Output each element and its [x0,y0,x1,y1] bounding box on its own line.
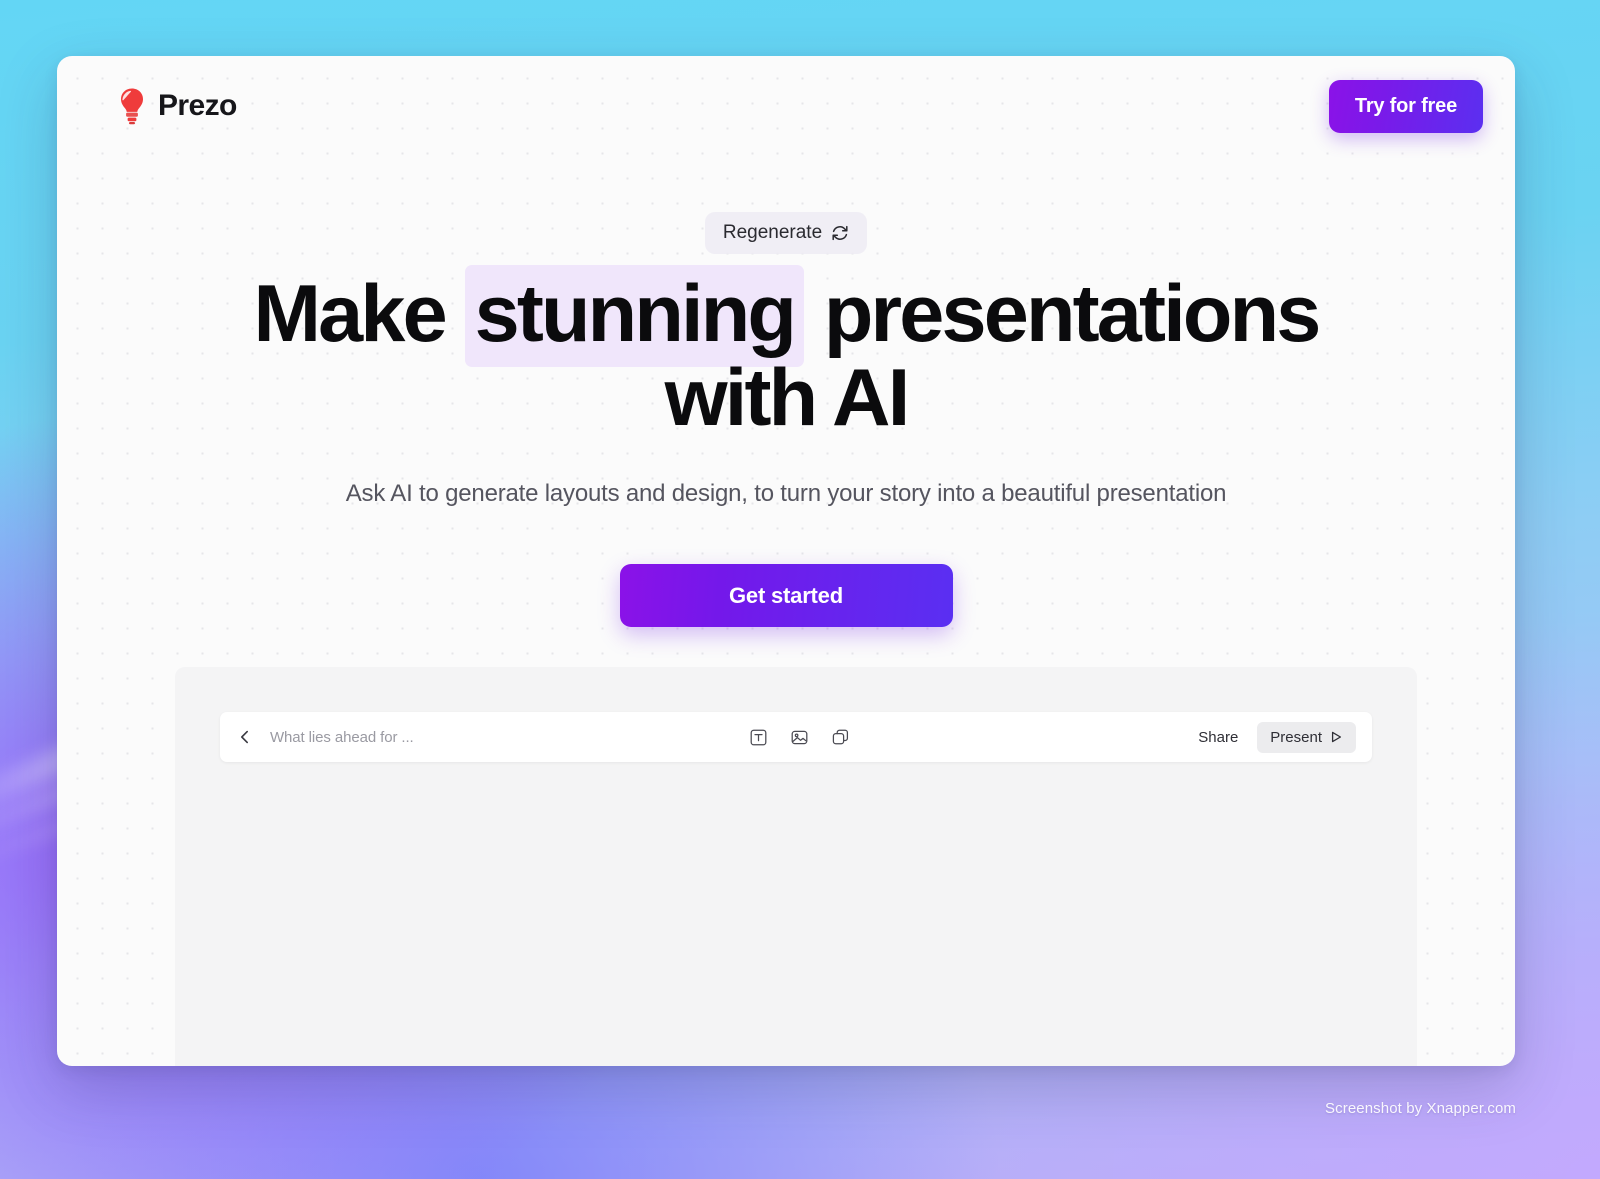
headline-highlight: stunning [464,265,805,367]
brand-name: Prezo [158,89,237,122]
play-icon [1329,730,1343,744]
refresh-cycle-icon [831,224,849,242]
headline-part-1: Make [253,269,465,359]
document-title[interactable]: What lies ahead for ... [270,729,414,746]
text-tool-icon[interactable] [749,728,768,747]
share-button[interactable]: Share [1185,722,1251,753]
lightbulb-icon [119,87,145,125]
app-header: Prezo Try for free [57,56,1515,156]
editor-preview-panel: What lies ahead for ... Share Present [175,667,1417,1066]
hero-subtitle: Ask AI to generate layouts and design, t… [345,480,1227,508]
regenerate-label: Regenerate [722,222,823,243]
try-for-free-button[interactable]: Try for free [1328,79,1483,133]
brand-logo[interactable]: Prezo [119,87,237,125]
present-label: Present [1270,728,1322,746]
chevron-left-icon[interactable] [236,728,254,746]
shape-tool-icon[interactable] [831,728,850,747]
hero-section: Regenerate Make stunning presentations w… [57,156,1515,628]
regenerate-button[interactable]: Regenerate [704,212,868,254]
image-tool-icon[interactable] [790,728,809,747]
present-button[interactable]: Present [1257,721,1356,753]
editor-toolbar: What lies ahead for ... Share Present [220,712,1372,762]
watermark: Screenshot by Xnapper.com [1325,1100,1516,1117]
page-title: Make stunning presentations with AI [57,265,1515,440]
get-started-button[interactable]: Get started [619,564,953,628]
toolbar-tools-group [414,728,1186,747]
toolbar-right-group: Share Present [1185,721,1356,753]
toolbar-left-group: What lies ahead for ... [236,728,414,746]
app-window-card: Prezo Try for free Regenerate Make stunn… [57,56,1515,1066]
hero-cta-wrapper: Get started [57,564,1515,628]
